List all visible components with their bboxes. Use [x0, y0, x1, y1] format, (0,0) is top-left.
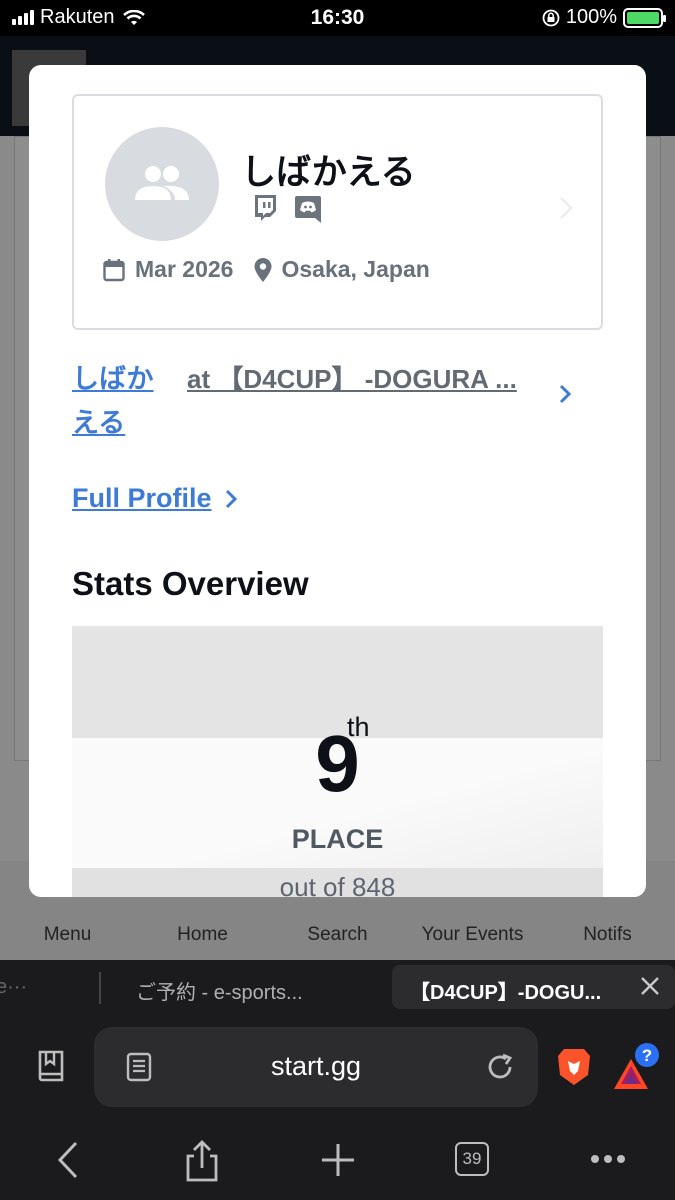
tab-previous[interactable]: e··· [0, 976, 27, 999]
event-player-name[interactable]: しばかえる [72, 357, 162, 445]
placement-suffix: th [347, 712, 370, 742]
status-bar: Rakuten 16:30 100% [0, 0, 675, 36]
nav-search[interactable]: Search [273, 924, 403, 946]
twitch-icon[interactable] [252, 194, 278, 222]
url-field[interactable]: start.gg [94, 1027, 538, 1107]
orientation-lock-icon [542, 9, 560, 26]
full-profile-label[interactable]: Full Profile [72, 483, 212, 514]
status-right: 100% [542, 6, 666, 29]
profile-card[interactable]: しばかえる Mar 2026 Osaka, Japan [72, 94, 603, 330]
new-tab-icon[interactable] [320, 1140, 356, 1180]
full-profile-link[interactable]: Full Profile [72, 483, 238, 514]
tab-reservation[interactable]: ご予約 - e-sports... [136, 976, 303, 1005]
profile-meta: Mar 2026 Osaka, Japan [103, 256, 430, 283]
nav-your-events[interactable]: Your Events [408, 924, 538, 946]
brave-shields-icon[interactable] [556, 1047, 592, 1087]
people-icon [135, 166, 189, 200]
nav-home[interactable]: Home [138, 924, 268, 946]
rewards-icon[interactable]: ? [612, 1041, 662, 1093]
battery-icon [623, 7, 666, 28]
placement-label: PLACE [291, 824, 384, 854]
address-row: start.gg ? [0, 1015, 675, 1120]
reload-icon[interactable] [484, 1051, 516, 1083]
bookmarks-icon[interactable] [35, 1049, 67, 1083]
placement-out-of: out of 848 [279, 872, 396, 897]
chevron-right-icon [225, 489, 237, 508]
calendar-icon [103, 258, 125, 281]
placement-number: 9 [315, 719, 360, 808]
browser-tab-bar: e··· ご予約 - e-sports... 【D4CUP】-DOGU... [0, 960, 675, 1015]
chevron-right-icon [560, 197, 573, 219]
avatar [105, 127, 219, 241]
battery-percent: 100% [565, 6, 617, 28]
active-tab-label: 【D4CUP】-DOGU... [410, 982, 602, 1004]
browser-toolbar: 39 [0, 1120, 675, 1200]
joined-date: Mar 2026 [135, 256, 234, 282]
profile-name: しばかえる [241, 153, 416, 192]
close-icon[interactable] [639, 975, 661, 997]
stats-overview-title: Stats Overview [72, 565, 309, 602]
share-icon[interactable] [184, 1140, 220, 1182]
chevron-right-icon[interactable] [558, 383, 572, 405]
location-pin-icon [254, 257, 272, 282]
back-icon[interactable] [56, 1140, 80, 1180]
nav-notifs[interactable]: Notifs [543, 924, 673, 946]
location: Osaka, Japan [281, 256, 430, 282]
more-icon[interactable] [590, 1153, 626, 1165]
tab-active[interactable]: 【D4CUP】-DOGU... [392, 965, 675, 1009]
social-icons [252, 194, 322, 224]
url-text: start.gg [270, 1051, 362, 1081]
tabs-count-button[interactable]: 39 [455, 1142, 489, 1176]
placement-card: 9 th PLACE out of 848 [72, 626, 603, 897]
nav-menu[interactable]: Menu [3, 924, 133, 946]
player-modal: しばかえる Mar 2026 Osaka, Japan しばかえる at 【D4… [29, 65, 646, 897]
svg-text:?: ? [642, 1046, 652, 1065]
discord-icon[interactable] [294, 194, 322, 224]
event-name[interactable]: at 【D4CUP】 -DOGURA ... [187, 357, 517, 401]
